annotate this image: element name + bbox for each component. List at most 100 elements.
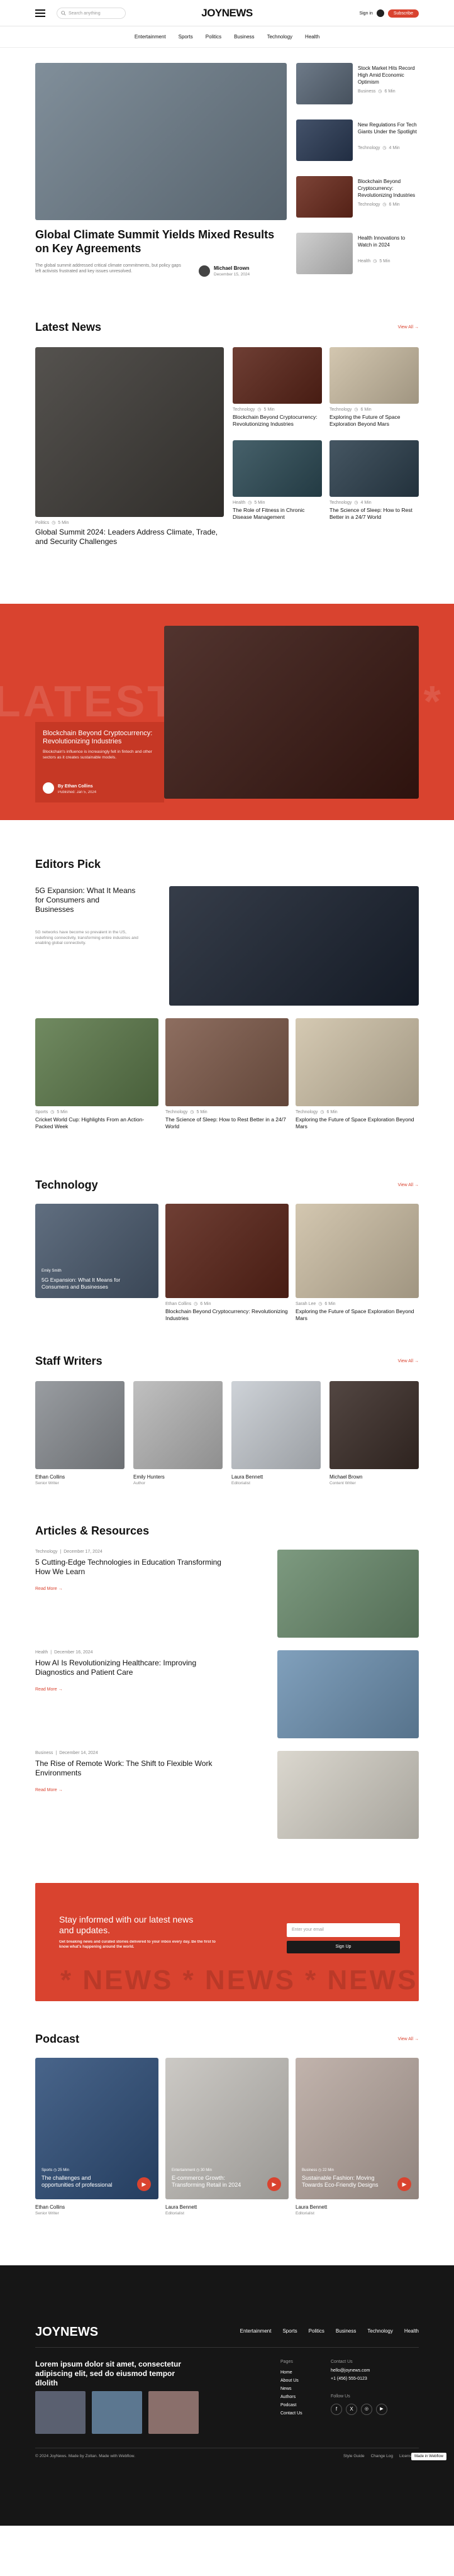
section-title: Latest News [35, 321, 102, 333]
card-cat: Technology [296, 1110, 318, 1114]
footer-link[interactable]: Style Guide [343, 2454, 365, 2458]
copyright: © 2024 JoyNews. Made by Zoltan. Made wit… [35, 2454, 135, 2458]
view-all-link[interactable]: View All → [398, 2037, 419, 2041]
footer-nav-item[interactable]: Sports [282, 2328, 297, 2334]
footer-page-link[interactable]: Home [280, 2368, 302, 2377]
search-icon [61, 11, 66, 16]
nav-item-business[interactable]: Business [234, 34, 254, 40]
footer-page-link[interactable]: Contact Us [280, 2409, 302, 2418]
footer-thumb[interactable] [92, 2391, 142, 2434]
hero-title[interactable]: Global Climate Summit Yields Mixed Resul… [35, 228, 287, 255]
nav-item-politics[interactable]: Politics [206, 34, 221, 40]
nav-item-sports[interactable]: Sports [179, 34, 193, 40]
play-icon[interactable]: ▶ [267, 2177, 281, 2191]
article-row[interactable]: Technology | December 17, 2024 5 Cutting-E… [35, 1550, 419, 1638]
latest-card[interactable]: Technology ◷ 5 Min Blockchain Beyond Crypt… [233, 347, 322, 428]
nav-item-technology[interactable]: Technology [267, 34, 292, 40]
editors-card[interactable]: Sports ◷ 5 Min Cricket World Cup: Highligh… [35, 1018, 158, 1130]
site-logo[interactable]: JOYNEWS [201, 7, 253, 19]
latest-main-card[interactable]: Politics ◷ 5 Min Global Summit 2024: Leade… [35, 347, 224, 547]
email-field[interactable]: Enter your email [287, 1923, 400, 1937]
latest-card[interactable]: Health ◷ 5 Min The Role of Fitness in Chro… [233, 440, 322, 521]
editors-card[interactable]: Technology ◷ 6 Min Exploring the Future of… [296, 1018, 419, 1130]
search-placeholder: Search anything [69, 11, 101, 16]
staff-photo [35, 1381, 125, 1469]
latest-main-image [35, 347, 224, 517]
editors-card[interactable]: Technology ◷ 5 Min The Science of Sleep: H… [165, 1018, 289, 1130]
card-cat: Sports [42, 2168, 53, 2172]
latest-card[interactable]: Technology ◷ 6 Min Exploring the Future of… [329, 347, 419, 428]
footer-logo[interactable]: JOYNEWS [35, 2325, 98, 2340]
staff-card[interactable]: Michael Brown Content Writer [329, 1381, 419, 1485]
youtube-icon[interactable]: ▶ [376, 2404, 387, 2415]
tech-card[interactable]: Emily Smith 5G Expansion: What It Means … [35, 1204, 158, 1298]
staff-card[interactable]: Ethan Collins Senior Writer [35, 1381, 125, 1485]
podcast-card[interactable]: Entertainment ◷ 30 Min E-commerce Growth… [165, 2058, 289, 2216]
list-item[interactable]: Blockchain Beyond Cryptocurrency: Revolu… [296, 176, 419, 223]
tech-card[interactable]: Ethan Collins ◷ 6 Min Blockchain Beyond Cr… [165, 1204, 289, 1322]
tech-card[interactable]: Sarah Lee ◷ 6 Min Exploring the Future of … [296, 1204, 419, 1322]
nav-item-entertainment[interactable]: Entertainment [135, 34, 166, 40]
feature-card[interactable]: Blockchain Beyond Cryptocurrency: Revolu… [35, 722, 164, 802]
list-item[interactable]: New Regulations For Tech Giants Under th… [296, 119, 419, 166]
x-icon[interactable]: X [346, 2404, 357, 2415]
footer-page-link[interactable]: News [280, 2385, 302, 2393]
nav-item-health[interactable]: Health [305, 34, 319, 40]
hero-author[interactable]: Michael Brown [214, 265, 249, 271]
search-input[interactable]: Search anything [57, 8, 126, 19]
view-all-link[interactable]: View All → [398, 325, 419, 330]
footer-page-link[interactable]: About Us [280, 2377, 302, 2385]
view-all-link[interactable]: View All → [398, 1183, 419, 1187]
article-row[interactable]: Business | December 14, 2024 The Rise of R… [35, 1751, 419, 1839]
facebook-icon[interactable]: f [331, 2404, 342, 2415]
card-cat: Sports [35, 1110, 48, 1114]
footer-nav-item[interactable]: Business [336, 2328, 356, 2334]
signup-button[interactable]: Sign Up [287, 1941, 400, 1953]
footer-nav-item[interactable]: Health [404, 2328, 419, 2334]
podcast-card[interactable]: Business ◷ 22 Min Sustainable Fashion: M… [296, 2058, 419, 2216]
staff-card[interactable]: Laura Bennett Editorialist [231, 1381, 321, 1485]
footer-nav-item[interactable]: Politics [309, 2328, 324, 2334]
card-title: 5G Expansion: What It Means for Consumer… [42, 1277, 121, 1290]
footer-nav-item[interactable]: Entertainment [240, 2328, 272, 2334]
footer-link[interactable]: Change Log [371, 2454, 393, 2458]
footer-phone[interactable]: +1 (456) 555-0123 [331, 2377, 367, 2381]
feature-image[interactable] [164, 626, 419, 799]
card-image [329, 347, 419, 404]
footer-nav-item[interactable]: Technology [367, 2328, 392, 2334]
play-icon[interactable]: ▶ [137, 2177, 151, 2191]
signin-link[interactable]: Sign in [359, 11, 372, 16]
footer-page-link[interactable]: Podcast [280, 2401, 302, 2409]
newsletter-section: * NEWS * NEWS * NEWS Stay informed with … [35, 1883, 419, 2001]
side-thumb [296, 176, 353, 218]
section-title: Articles & Resources [35, 1524, 150, 1537]
subscribe-button[interactable]: Subscribe [387, 9, 419, 18]
webflow-badge[interactable]: Made in Webflow [411, 2453, 446, 2460]
footer-page-link[interactable]: Authors [280, 2393, 302, 2401]
hero-date: December 15, 2024 [214, 272, 250, 277]
footer-email[interactable]: hello@joynews.com [331, 2368, 370, 2373]
podcast-host: Ethan Collins [35, 2204, 65, 2210]
editors-main-image[interactable] [169, 886, 419, 1006]
feature-title: Blockchain Beyond Cryptocurrency: Revolu… [43, 730, 153, 745]
staff-card[interactable]: Emily Hunters Author [133, 1381, 223, 1485]
article-row[interactable]: Health | December 16, 2024 How AI Is Revol… [35, 1650, 419, 1738]
hero-image[interactable] [35, 63, 287, 220]
instagram-icon[interactable]: ◎ [361, 2404, 372, 2415]
user-icon[interactable] [376, 9, 384, 17]
footer-thumb[interactable] [35, 2391, 86, 2434]
list-item[interactable]: Stock Market Hits Record High Amid Econo… [296, 63, 419, 109]
editors-main-title[interactable]: 5G Expansion: What It Means for Consumer… [35, 886, 136, 914]
card-time: 25 Min [57, 2168, 69, 2172]
podcast-card[interactable]: Sports ◷ 25 Min The challenges and oppor… [35, 2058, 158, 2216]
play-icon[interactable]: ▶ [397, 2177, 411, 2191]
menu-icon[interactable] [35, 9, 45, 17]
hero-section: Global Climate Summit Yields Mixed Resul… [35, 63, 419, 302]
latest-card[interactable]: Technology ◷ 4 Min The Science of Sleep: H… [329, 440, 419, 521]
card-title: Blockchain Beyond Cryptocurrency: Revolu… [233, 414, 318, 427]
card-time: 6 Min [200, 1302, 211, 1306]
list-item[interactable]: Health Innovations to Watch in 2024 Heal… [296, 233, 419, 279]
view-all-link[interactable]: View All → [398, 1359, 419, 1363]
card-image [233, 440, 322, 497]
footer-thumb[interactable] [148, 2391, 199, 2434]
